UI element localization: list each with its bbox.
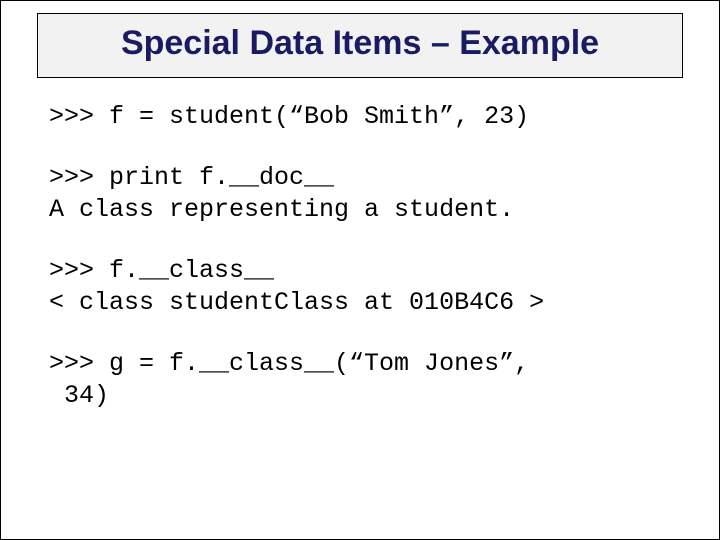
code-area: >>> f = student(“Bob Smith”, 23) >>> pri… bbox=[49, 101, 671, 441]
code-block-1: >>> f = student(“Bob Smith”, 23) bbox=[49, 101, 671, 134]
code-block-3: >>> f.__class__ < class studentClass at … bbox=[49, 255, 671, 320]
slide-container: Special Data Items – Example >>> f = stu… bbox=[0, 0, 720, 540]
slide-title: Special Data Items – Example bbox=[50, 24, 670, 63]
slide-title-box: Special Data Items – Example bbox=[37, 13, 683, 78]
code-block-2: >>> print f.__doc__ A class representing… bbox=[49, 162, 671, 227]
code-block-4: >>> g = f.__class__(“Tom Jones”, 34) bbox=[49, 348, 671, 413]
